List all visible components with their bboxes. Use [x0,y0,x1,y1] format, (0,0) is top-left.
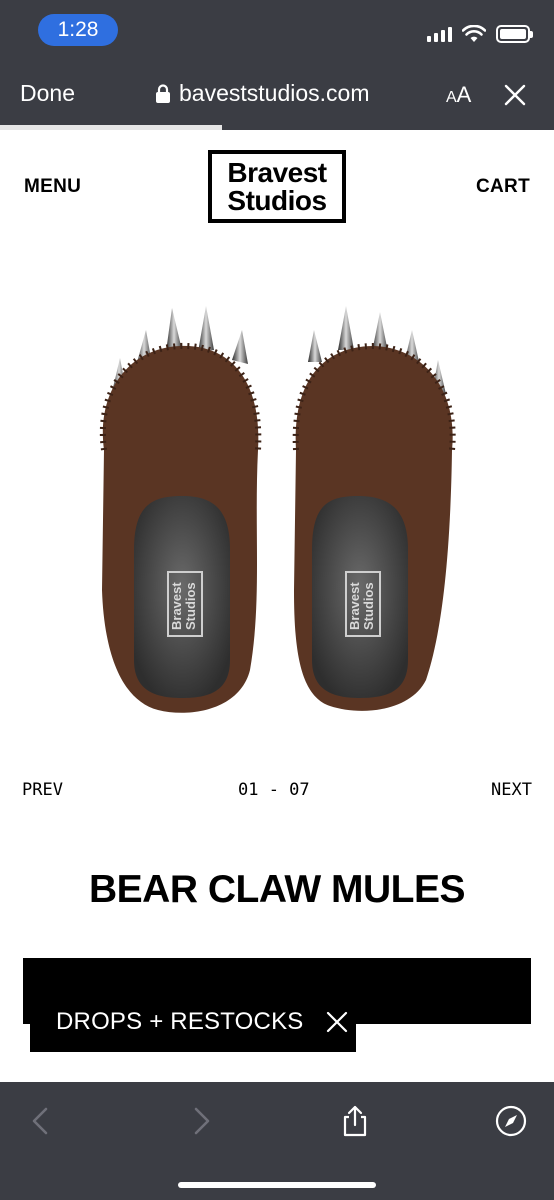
logo-line-1: Bravest [227,156,327,188]
right-insole-brand-1: Bravest [347,582,362,630]
prev-button[interactable]: PREV [22,780,63,800]
forward-arrow-icon[interactable] [184,1104,218,1138]
status-icons [427,24,533,44]
close-icon[interactable] [326,1011,348,1033]
battery-icon [496,25,533,43]
product-image[interactable]: Bravest Studios Bravest Studios [90,300,470,720]
home-indicator[interactable] [178,1182,376,1188]
share-icon[interactable] [338,1104,372,1138]
text-size-large-a: A [456,82,472,107]
left-insole-brand-2: Studios [183,582,198,630]
compass-icon[interactable] [494,1104,528,1138]
left-insole-brand-1: Bravest [169,582,184,630]
drops-restocks-banner[interactable]: DROPS + RESTOCKS [30,992,356,1052]
text-size-button[interactable]: AA [446,82,471,108]
left-mule: Bravest Studios [99,306,262,713]
back-arrow-icon[interactable] [24,1104,58,1138]
menu-button[interactable]: MENU [24,176,81,198]
right-insole-brand-2: Studios [361,582,376,630]
address-bar[interactable]: baveststudios.com [155,80,369,107]
status-time: 1:28 [38,14,118,46]
done-button[interactable]: Done [20,80,75,107]
cart-button[interactable]: CART [476,176,530,198]
product-title: BEAR CLAW MULES [89,868,466,911]
lock-icon [156,83,170,103]
text-size-small-a: A [446,89,457,106]
logo-line-2: Studios [227,184,327,216]
close-icon[interactable] [504,84,526,106]
site-logo[interactable]: Bravest Studios [208,150,346,223]
right-mule: Bravest Studios [292,306,456,711]
page-load-progress [0,125,222,130]
next-button[interactable]: NEXT [491,780,532,800]
wifi-icon [462,25,486,42]
drops-restocks-label: DROPS + RESTOCKS [56,1008,304,1035]
slide-counter: 01 - 07 [238,780,310,800]
url-text: baveststudios.com [179,80,370,106]
cellular-signal-icon [427,26,452,42]
